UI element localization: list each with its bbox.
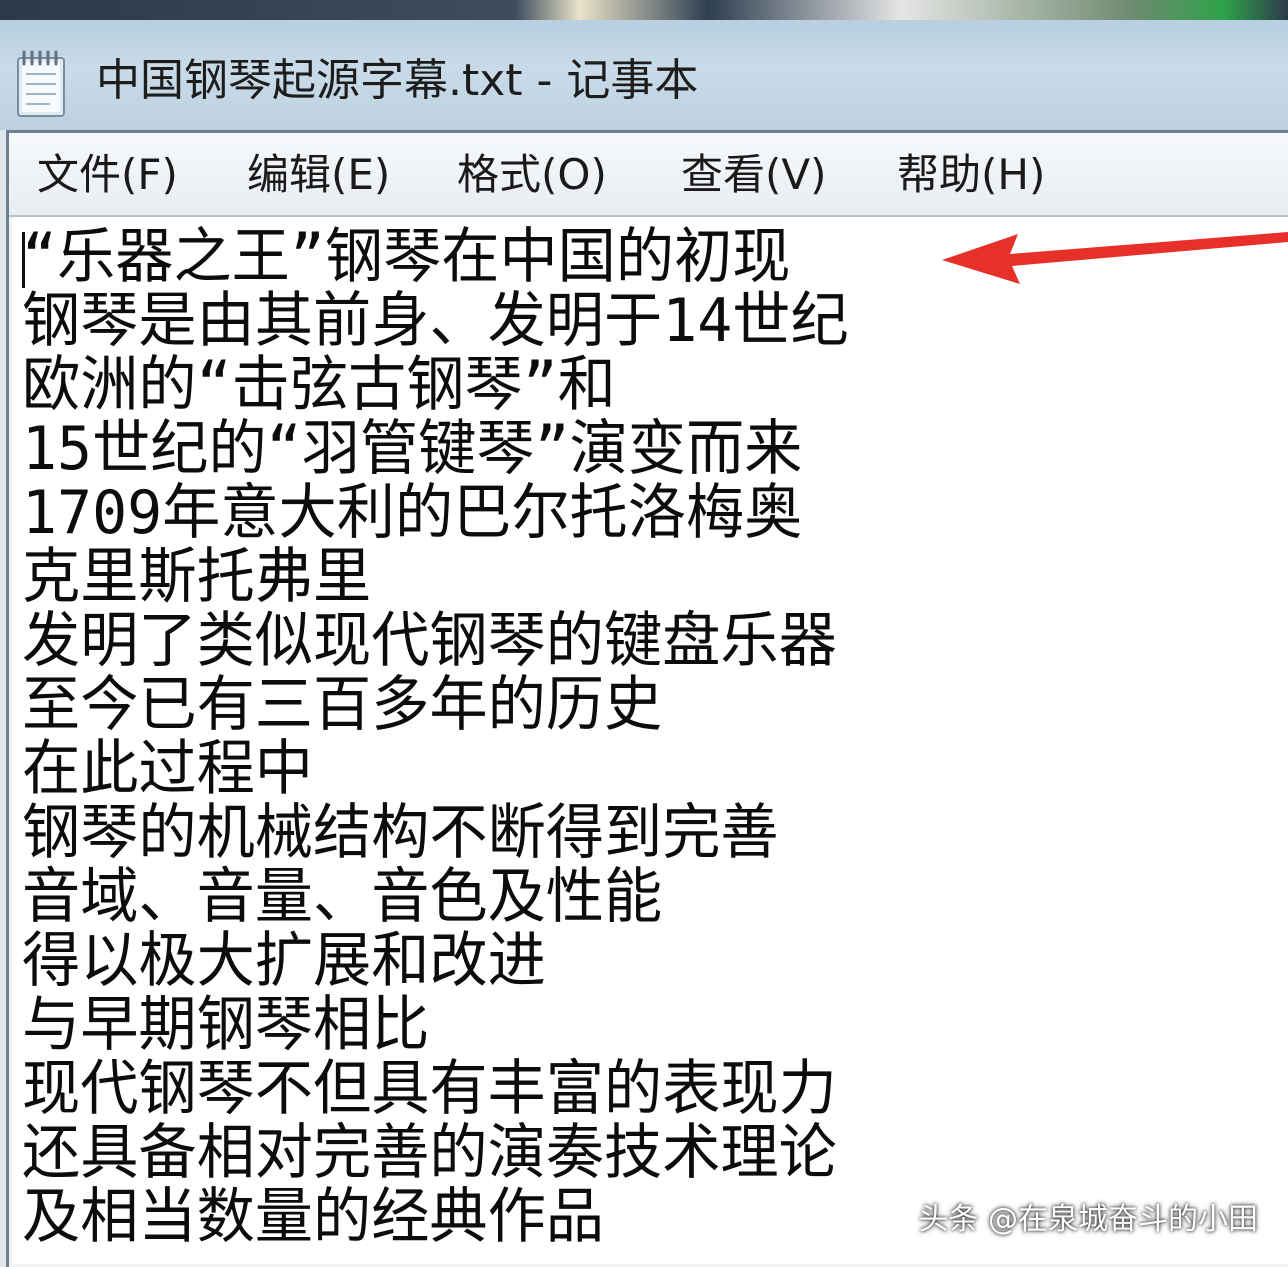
editor-line: 钢琴的机械结构不断得到完善 [22,798,779,868]
editor-line: 1709年意大利的巴尔托洛梅奥 [22,478,803,548]
editor-line: 得以极大扩展和改进 [22,926,546,996]
editor-line: 发明了类似现代钢琴的键盘乐器 [22,606,837,676]
editor-line: “乐器之王”钢琴在中国的初现 [22,222,791,292]
editor-line: 还具备相对完善的演奏技术理论 [22,1118,837,1188]
editor-line: 克里斯托弗里 [22,542,372,612]
editor-line: 及相当数量的经典作品 [22,1182,604,1252]
editor-line: 15世纪的“羽管键琴”演变而来 [22,414,803,484]
menu-view[interactable]: 查看(V) [681,147,827,203]
menu-file[interactable]: 文件(F) [37,147,178,203]
text-caret [22,232,25,288]
editor-line: 钢琴是由其前身、发明于14世纪 [22,286,849,356]
menu-format[interactable]: 格式(O) [457,147,607,203]
editor-line: 至今已有三百多年的历史 [22,670,663,740]
window-titlebar[interactable]: 中国钢琴起源字幕.txt - 记事本 [0,20,1288,130]
menu-edit[interactable]: 编辑(E) [247,147,390,203]
editor-line: 与早期钢琴相比 [22,990,430,1060]
menu-bar: 文件(F) 编辑(E) 格式(O) 查看(V) 帮助(H) [9,133,1288,217]
editor-line: 欧洲的“击弦古钢琴”和 [22,350,616,420]
editor-line: 在此过程中 [22,734,313,804]
watermark-label: 头条 @在泉城奋斗的小田 [918,1202,1258,1237]
desktop-background-strip [0,0,1288,20]
editor-line: 音域、音量、音色及性能 [22,862,663,932]
menu-help[interactable]: 帮助(H) [897,147,1045,203]
window-title: 中国钢琴起源字幕.txt - 记事本 [96,55,699,106]
editor-line: 现代钢琴不但具有丰富的表现力 [22,1054,837,1124]
editor-text[interactable]: “乐器之王”钢琴在中国的初现 钢琴是由其前身、发明于14世纪 欧洲的“击弦古钢琴… [22,225,849,1249]
text-editor[interactable]: “乐器之王”钢琴在中国的初现 钢琴是由其前身、发明于14世纪 欧洲的“击弦古钢琴… [12,217,1288,1264]
red-arrow-icon [942,232,1288,284]
notepad-icon [17,50,65,117]
